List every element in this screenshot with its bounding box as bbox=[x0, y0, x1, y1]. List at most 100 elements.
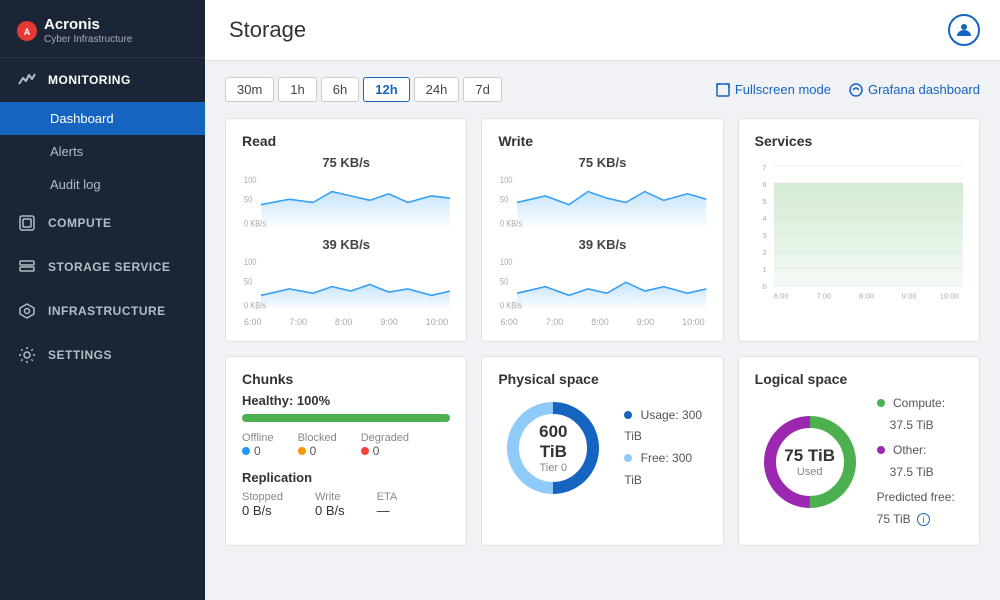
physical-space-card: Physical space 600 TiB bbox=[481, 356, 723, 546]
predicted-info-icon[interactable]: i bbox=[917, 513, 930, 526]
fullscreen-mode-link[interactable]: Fullscreen mode bbox=[716, 82, 831, 97]
user-icon bbox=[956, 22, 972, 38]
sidebar-logo: A Acronis Cyber Infrastructure bbox=[0, 0, 205, 58]
sidebar-item-dashboard[interactable]: Dashboard bbox=[0, 102, 205, 135]
svg-text:7: 7 bbox=[762, 163, 766, 172]
grafana-icon bbox=[849, 83, 863, 97]
chunks-blocked: Blocked 0 bbox=[298, 432, 337, 458]
free-dot bbox=[624, 454, 632, 462]
rep-stopped: Stopped 0 B/s bbox=[242, 491, 283, 518]
sidebar-item-settings[interactable]: SETTINGS bbox=[0, 333, 205, 377]
logical-space-donut-row: 75 TiB Used Compute: 37.5 TiB Other: bbox=[755, 393, 963, 531]
write-top-value: 75 KB/s bbox=[498, 155, 706, 170]
degraded-dot bbox=[361, 447, 369, 455]
svg-text:50: 50 bbox=[244, 277, 253, 287]
content-area: 30m 1h 6h 12h 24h 7d Fullscreen mode Gra… bbox=[205, 61, 1000, 600]
sidebar-item-storage-service[interactable]: STORAGE SERVICE bbox=[0, 245, 205, 289]
physical-space-legend: Usage: 300 TiB Free: 300 TiB bbox=[624, 405, 706, 491]
chunks-degraded: Degraded 0 bbox=[361, 432, 409, 458]
logical-space-legend: Compute: 37.5 TiB Other: 37.5 TiB Predic… bbox=[877, 393, 955, 531]
read-card-title: Read bbox=[242, 133, 450, 149]
svg-text:100: 100 bbox=[500, 175, 513, 185]
svg-text:100: 100 bbox=[244, 257, 257, 267]
sidebar-item-monitoring[interactable]: MONITORING bbox=[0, 58, 205, 102]
read-bottom-chart: 100 50 0 KB/s bbox=[242, 254, 450, 314]
chunks-card-title: Chunks bbox=[242, 371, 450, 387]
user-avatar-button[interactable] bbox=[948, 14, 980, 46]
physical-space-donut-row: 600 TiB Tier 0 Usage: 300 TiB Free: bbox=[498, 393, 706, 503]
sidebar-item-alerts[interactable]: Alerts bbox=[0, 135, 205, 168]
logical-space-title: Logical space bbox=[755, 371, 963, 387]
svg-text:8:00: 8:00 bbox=[859, 292, 874, 301]
svg-text:4: 4 bbox=[762, 214, 766, 223]
action-links: Fullscreen mode Grafana dashboard bbox=[716, 82, 980, 97]
time-range-buttons: 30m 1h 6h 12h 24h 7d bbox=[225, 77, 502, 102]
sidebar-item-infrastructure[interactable]: INFRASTRUCTURE bbox=[0, 289, 205, 333]
write-top-chart: 100 50 0 KB/s bbox=[498, 172, 706, 232]
monitoring-icon bbox=[18, 71, 36, 89]
time-btn-30m[interactable]: 30m bbox=[225, 77, 274, 102]
read-card: Read 75 KB/s 100 50 0 KB/s 39 KB/s 100 5… bbox=[225, 118, 467, 342]
time-btn-6h[interactable]: 6h bbox=[321, 77, 359, 102]
fullscreen-icon bbox=[716, 83, 730, 97]
top-bar: Storage bbox=[205, 0, 1000, 61]
svg-text:A: A bbox=[24, 27, 31, 37]
physical-space-donut: 600 TiB Tier 0 bbox=[498, 393, 608, 503]
time-btn-24h[interactable]: 24h bbox=[414, 77, 460, 102]
chunks-offline: Offline 0 bbox=[242, 432, 274, 458]
top-bar-right bbox=[948, 14, 980, 46]
svg-text:6:00: 6:00 bbox=[774, 292, 789, 301]
compute-dot bbox=[877, 399, 885, 407]
svg-text:6: 6 bbox=[762, 180, 766, 189]
rep-eta: ETA — bbox=[377, 491, 398, 518]
logo-sub: Cyber Infrastructure bbox=[44, 34, 132, 45]
svg-text:2: 2 bbox=[762, 248, 766, 257]
write-card-title: Write bbox=[498, 133, 706, 149]
logical-donut-label: 75 TiB Used bbox=[784, 446, 835, 478]
compute-icon bbox=[18, 214, 36, 232]
write-card: Write 75 KB/s 100 50 0 KB/s 39 KB/s 100 … bbox=[481, 118, 723, 342]
sidebar: A Acronis Cyber Infrastructure MONITORIN… bbox=[0, 0, 205, 600]
time-btn-1h[interactable]: 1h bbox=[278, 77, 316, 102]
physical-donut-label: 600 TiB Tier 0 bbox=[526, 422, 581, 474]
read-top-chart: 100 50 0 KB/s bbox=[242, 172, 450, 232]
svg-text:7:00: 7:00 bbox=[816, 292, 831, 301]
svg-text:50: 50 bbox=[500, 277, 509, 287]
write-bottom-value: 39 KB/s bbox=[498, 237, 706, 252]
cards-grid: Read 75 KB/s 100 50 0 KB/s 39 KB/s 100 5… bbox=[225, 118, 980, 546]
svg-text:9:00: 9:00 bbox=[901, 292, 916, 301]
services-card-title: Services bbox=[755, 133, 963, 149]
svg-text:50: 50 bbox=[244, 195, 253, 205]
write-x-axis: 6:00 7:00 8:00 9:00 10:00 bbox=[498, 317, 706, 327]
time-btn-12h[interactable]: 12h bbox=[363, 77, 409, 102]
svg-text:1: 1 bbox=[762, 265, 766, 274]
storage-icon bbox=[18, 258, 36, 276]
replication-title: Replication bbox=[242, 470, 450, 485]
read-bottom-value: 39 KB/s bbox=[242, 237, 450, 252]
settings-icon bbox=[18, 346, 36, 364]
logo-main: Acronis bbox=[44, 16, 100, 33]
other-dot bbox=[877, 446, 885, 454]
physical-space-title: Physical space bbox=[498, 371, 706, 387]
svg-text:0: 0 bbox=[762, 282, 766, 291]
grafana-dashboard-link[interactable]: Grafana dashboard bbox=[849, 82, 980, 97]
services-chart: 7 6 5 4 3 2 1 0 bbox=[755, 155, 963, 305]
svg-text:5: 5 bbox=[762, 197, 766, 206]
time-btn-7d[interactable]: 7d bbox=[463, 77, 501, 102]
write-bottom-chart: 100 50 0 KB/s bbox=[498, 254, 706, 314]
sidebar-item-compute[interactable]: COMPUTE bbox=[0, 201, 205, 245]
svg-text:3: 3 bbox=[762, 231, 766, 240]
sidebar-item-audit-log[interactable]: Audit log bbox=[0, 168, 205, 201]
blocked-dot bbox=[298, 447, 306, 455]
read-top-value: 75 KB/s bbox=[242, 155, 450, 170]
svg-text:50: 50 bbox=[500, 195, 509, 205]
time-range-bar: 30m 1h 6h 12h 24h 7d Fullscreen mode Gra… bbox=[225, 77, 980, 102]
chunks-progress-bar bbox=[242, 414, 450, 422]
rep-write: Write 0 B/s bbox=[315, 491, 345, 518]
chunks-status-row: Offline 0 Blocked 0 Degraded 0 bbox=[242, 432, 450, 458]
replication-row: Stopped 0 B/s Write 0 B/s ETA — bbox=[242, 491, 450, 518]
acronis-logo-icon: A bbox=[16, 20, 38, 42]
chunks-progress-fill bbox=[242, 414, 450, 422]
usage-dot bbox=[624, 411, 632, 419]
infrastructure-icon bbox=[18, 302, 36, 320]
